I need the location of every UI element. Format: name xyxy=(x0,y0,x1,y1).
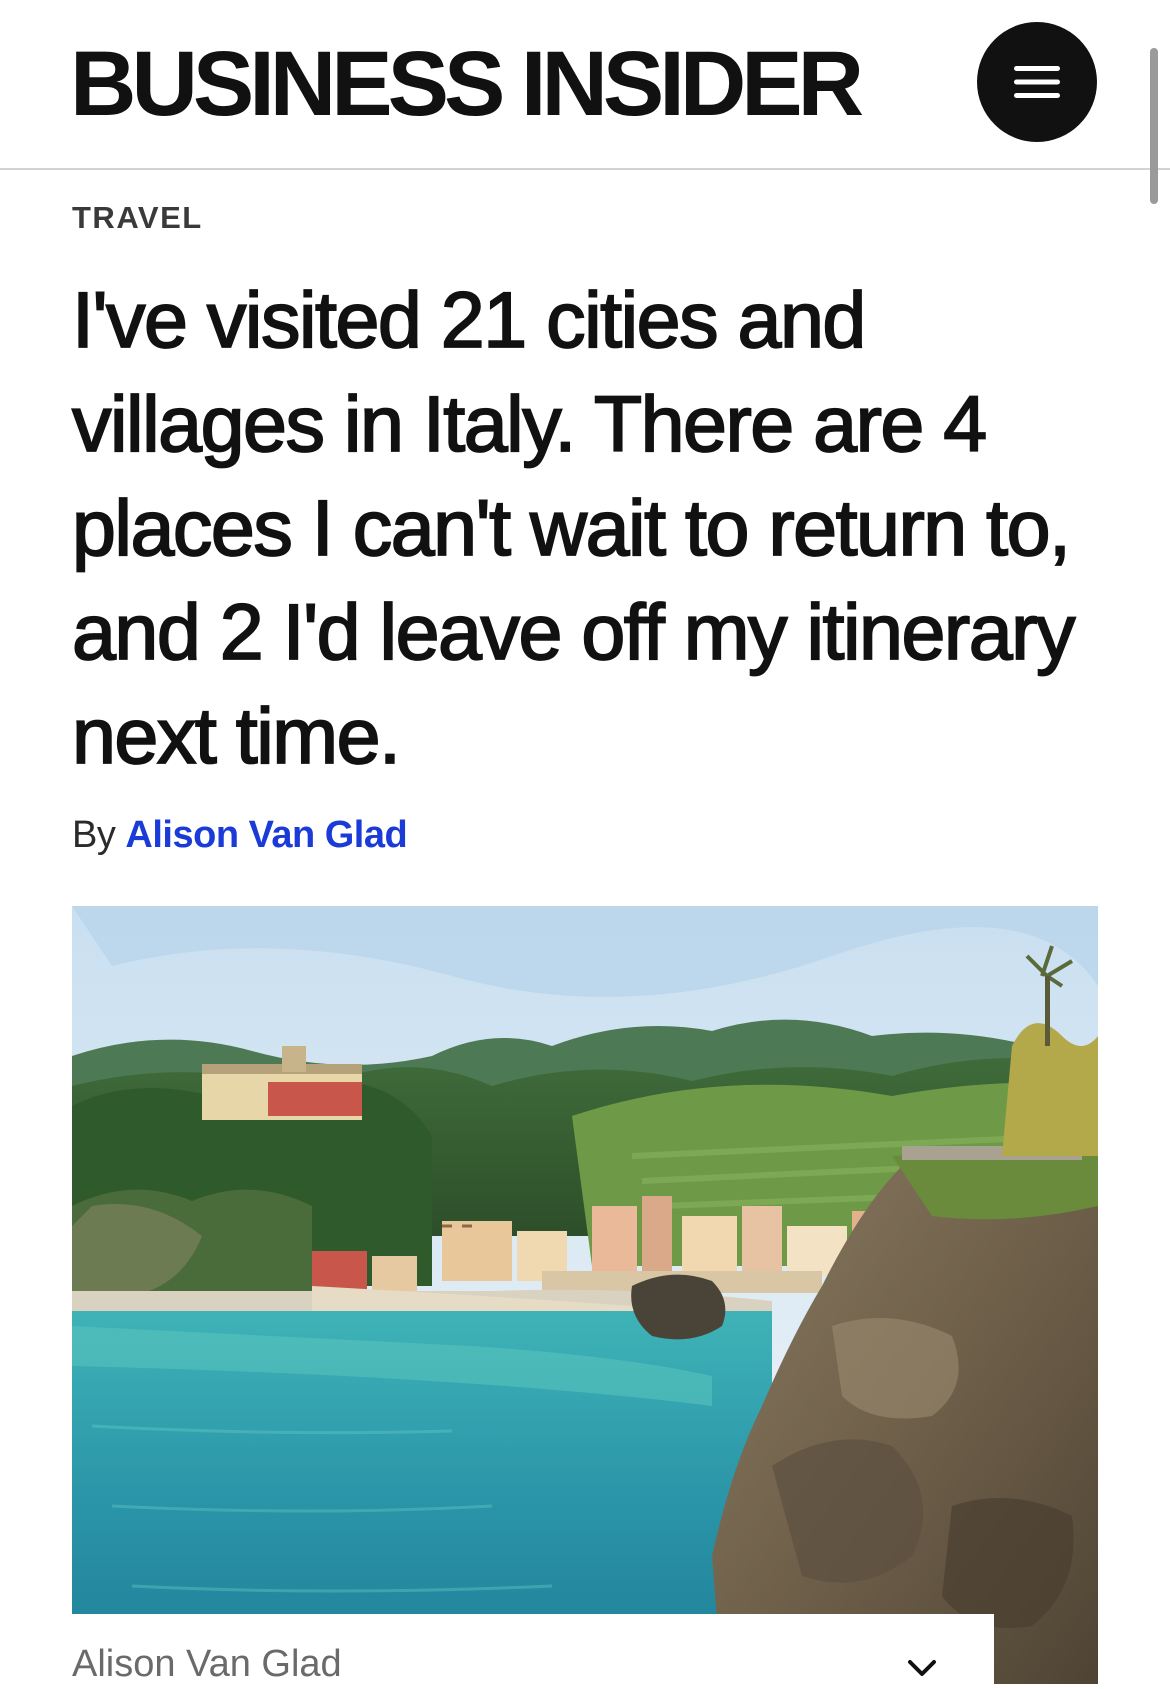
byline: By Alison Van Glad xyxy=(72,812,408,858)
site-header: BUSINESS INSIDER xyxy=(0,0,1170,170)
hero-photo-cinque-terre xyxy=(72,906,1098,1684)
category-link[interactable]: TRAVEL xyxy=(72,200,203,236)
scrollbar[interactable] xyxy=(1150,48,1158,204)
chevron-down-icon xyxy=(908,1660,936,1676)
caption-toggle-button[interactable] xyxy=(902,1650,942,1684)
image-credit: Alison Van Glad xyxy=(72,1643,342,1685)
image-caption-bar: Alison Van Glad xyxy=(72,1614,994,1684)
menu-button[interactable] xyxy=(977,22,1097,142)
author-link[interactable]: Alison Van Glad xyxy=(125,814,407,856)
hamburger-menu-icon xyxy=(1014,66,1060,98)
byline-prefix: By xyxy=(72,814,116,856)
article-headline: I've visited 21 cities and villages in I… xyxy=(71,274,1076,781)
site-logo[interactable]: BUSINESS INSIDER xyxy=(70,38,864,130)
hero-image[interactable] xyxy=(72,906,1098,1684)
